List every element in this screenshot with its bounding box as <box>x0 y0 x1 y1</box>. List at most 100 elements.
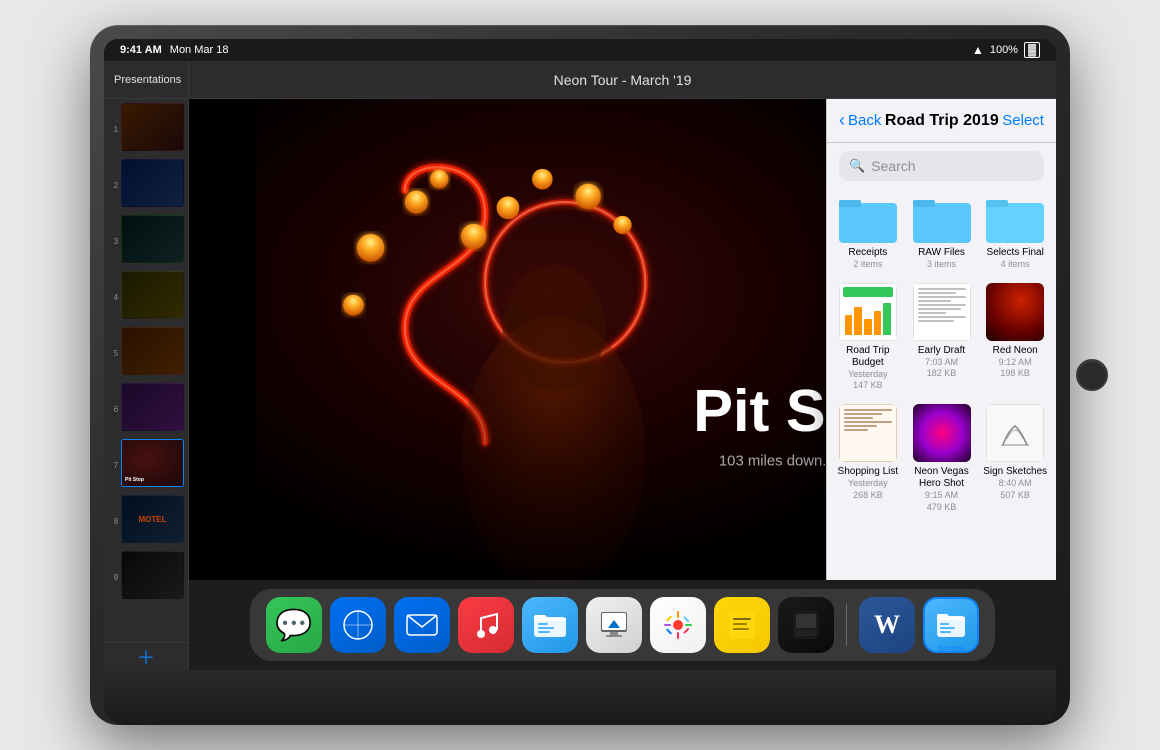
file-name-shopping: Shopping List <box>838 466 899 478</box>
file-size-shopping: 268 KB <box>853 490 883 502</box>
messages-icon: 💬 <box>275 608 312 643</box>
slide-row-6: 6 <box>108 383 184 435</box>
folder-receipts[interactable]: Receipts 2 items <box>835 197 901 271</box>
file-thumb-red-neon <box>986 283 1044 341</box>
photos-icon <box>662 609 694 641</box>
slide-num-4: 4 <box>108 293 118 302</box>
folders-row: Receipts 2 items <box>835 197 1048 271</box>
file-size-draft: 182 KB <box>927 368 957 380</box>
slide-canvas: Pit Stop 103 miles down. 461 to go <box>189 99 1056 580</box>
slide-row-9: 9 <box>108 551 184 603</box>
slide-num-7: 7 <box>108 461 118 470</box>
slide-row-1: 1 <box>108 103 184 155</box>
file-shopping-list[interactable]: Shopping List Yesterday 268 KB <box>835 404 901 513</box>
file-time-sketches: 8:40 AM <box>999 478 1032 490</box>
slide-row-7: 7 Pit Stop <box>108 439 184 491</box>
folder-icon-raw <box>913 197 971 243</box>
file-time-draft: 7:03 AM <box>925 357 958 369</box>
files-icon <box>533 611 567 639</box>
dock-app-music[interactable] <box>458 597 514 653</box>
file-name-budget: Road Trip Budget <box>835 345 901 369</box>
battery-icon: ▓ <box>1024 42 1040 58</box>
files-row-1: Road Trip Budget Yesterday 147 KB <box>835 283 1048 392</box>
file-thumb-neon-vegas <box>913 404 971 462</box>
browse-icon <box>936 611 966 639</box>
safari-icon <box>342 609 374 641</box>
plus-icon: ＋ <box>137 644 155 670</box>
file-road-trip-budget[interactable]: Road Trip Budget Yesterday 147 KB <box>835 283 901 392</box>
slide-row-8: 8 MOTEL <box>108 495 184 547</box>
file-thumb-sketches <box>986 404 1044 462</box>
file-time-neon-vegas: 9:15 AM <box>925 490 958 502</box>
browse-label: Browse <box>938 644 965 653</box>
dock-app-browse[interactable]: Browse <box>923 597 979 653</box>
file-red-neon[interactable]: Red Neon 9:12 AM 198 KB <box>982 283 1048 392</box>
dock-divider <box>846 604 847 646</box>
dock-app-keynote[interactable] <box>586 597 642 653</box>
slide-thumb-4[interactable] <box>121 271 184 319</box>
slide-num-6: 6 <box>108 405 118 414</box>
file-thumb-budget <box>839 283 897 341</box>
file-time-red-neon: 9:12 AM <box>999 357 1032 369</box>
slide-thumb-2[interactable] <box>121 159 184 207</box>
folder-icon-receipts <box>839 197 897 243</box>
files-nav-bar: ‹ Back Road Trip 2019 Select <box>827 99 1056 143</box>
presentation-title: Neon Tour - March '19 <box>554 72 692 88</box>
dock-app-safari[interactable] <box>330 597 386 653</box>
search-placeholder: Search <box>871 158 915 174</box>
file-size-red-neon: 198 KB <box>1000 368 1030 380</box>
folder-name-raw: RAW Files <box>918 247 965 259</box>
dock-app-word[interactable]: W <box>859 597 915 653</box>
dock-app-notes[interactable] <box>714 597 770 653</box>
keynote-sidebar: Presentations ⊞ ↩ 1 2 <box>104 61 189 670</box>
dock-app-files[interactable] <box>522 597 578 653</box>
slide-thumb-5[interactable] <box>121 327 184 375</box>
folder-name-receipts: Receipts <box>848 247 887 259</box>
slide-row-2: 2 <box>108 159 184 211</box>
add-slide-button[interactable]: ＋ <box>104 642 188 670</box>
file-name-draft: Early Draft <box>918 345 965 357</box>
search-bar[interactable]: 🔍 Search <box>839 151 1044 181</box>
keynote-icon <box>598 610 630 640</box>
slide-thumbnails: 1 2 3 <box>104 99 188 642</box>
dock-app-messages[interactable]: 💬 <box>266 597 322 653</box>
ipad-device: 9:41 AM Mon Mar 18 ▲ 100% ▓ Presentation… <box>90 25 1070 725</box>
slide-row-3: 3 <box>108 215 184 267</box>
keynote-toolbar: Presentations ⊞ ↩ <box>104 61 188 99</box>
folder-selects-final[interactable]: Selects Final 4 items <box>982 197 1048 271</box>
slide-thumb-3[interactable] <box>121 215 184 263</box>
presentations-label: Presentations <box>114 74 181 86</box>
slide-row-5: 5 <box>108 327 184 379</box>
folder-raw-files[interactable]: RAW Files 3 items <box>909 197 975 271</box>
slide-thumb-8[interactable]: MOTEL <box>121 495 184 543</box>
file-neon-vegas[interactable]: Neon Vegas Hero Shot 9:15 AM 479 KB <box>909 404 975 513</box>
dock-inner: 💬 <box>250 589 995 661</box>
word-letter-icon: W <box>874 610 900 640</box>
file-sign-sketches[interactable]: Sign Sketches 8:40 AM 507 KB <box>982 404 1048 513</box>
slide-thumb-1[interactable] <box>121 103 184 151</box>
slide-thumb-6[interactable] <box>121 383 184 431</box>
status-right: ▲ 100% ▓ <box>972 42 1040 58</box>
dock-app-photos[interactable] <box>650 597 706 653</box>
files-back-button[interactable]: ‹ Back <box>839 110 881 131</box>
folder-meta-receipts: 2 items <box>853 259 882 271</box>
back-label: Back <box>848 112 881 129</box>
slide-num-8: 8 <box>108 517 118 526</box>
screen: 9:41 AM Mon Mar 18 ▲ 100% ▓ Presentation… <box>104 39 1056 670</box>
slide-row-4: 4 <box>108 271 184 323</box>
file-size-neon-vegas: 479 KB <box>927 502 957 514</box>
file-name-neon-vegas: Neon Vegas Hero Shot <box>909 466 975 490</box>
search-icon: 🔍 <box>849 158 865 174</box>
file-thumb-shopping <box>839 404 897 462</box>
dock-app-phone[interactable] <box>778 597 834 653</box>
slide-thumb-9[interactable] <box>121 551 184 599</box>
select-button[interactable]: Select <box>1002 112 1044 129</box>
file-time-budget: Yesterday <box>848 369 888 381</box>
file-name-sketches: Sign Sketches <box>983 466 1047 478</box>
dock: 💬 <box>189 580 1056 670</box>
dock-app-mail[interactable] <box>394 597 450 653</box>
file-size-sketches: 507 KB <box>1000 490 1030 502</box>
home-button[interactable] <box>1076 359 1108 391</box>
file-early-draft[interactable]: Early Draft 7:03 AM 182 KB <box>909 283 975 392</box>
slide-thumb-7[interactable]: Pit Stop <box>121 439 184 487</box>
